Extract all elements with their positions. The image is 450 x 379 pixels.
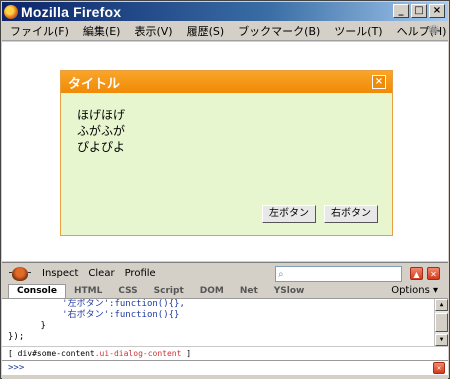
firebug-close-icon[interactable]: ✕	[427, 267, 440, 280]
tab-console[interactable]: Console	[8, 284, 66, 298]
tab-html[interactable]: HTML	[66, 286, 110, 298]
dialog-body: ほげほげ ふがふが ぴよぴよ	[61, 93, 392, 155]
menu-edit[interactable]: 編集(E)	[83, 23, 121, 39]
window-title: Mozilla Firefox	[21, 3, 122, 20]
left-button[interactable]: 左ボタン	[262, 205, 316, 223]
page-content: タイトル × ほげほげ ふがふが ぴよぴよ 左ボタン 右ボタン	[2, 42, 448, 261]
dialog-line: ほげほげ	[77, 108, 126, 122]
menu-tools[interactable]: ツール(T)	[334, 23, 382, 39]
command-line[interactable]: >>> ✕	[2, 360, 448, 375]
scroll-thumb[interactable]	[435, 313, 448, 332]
firefox-logo-icon	[4, 4, 18, 19]
tab-yslow[interactable]: YSlow	[266, 286, 313, 298]
command-close-icon[interactable]: ✕	[433, 362, 445, 374]
dialog-close-icon[interactable]: ×	[372, 75, 386, 89]
browser-window: Mozilla Firefox _ □ × ファイル(F) 編集(E) 表示(V…	[0, 0, 450, 379]
path-element[interactable]: div#some-content	[18, 349, 95, 358]
console-scrollbar[interactable]: ▲ ▼	[434, 299, 448, 346]
throbber-icon: ✺	[428, 23, 440, 39]
tab-net[interactable]: Net	[232, 286, 266, 298]
dialog: タイトル × ほげほげ ふがふが ぴよぴよ 左ボタン 右ボタン	[60, 70, 393, 236]
code-line: }	[8, 321, 46, 331]
search-input[interactable]	[283, 267, 389, 281]
element-path: [ div#some-content.ui-dialog-content ]	[2, 346, 448, 360]
tab-script[interactable]: Script	[146, 286, 192, 298]
console-output: '左ボタン':function(){}, '右ボタン':function(){}…	[2, 299, 448, 346]
menu-file[interactable]: ファイル(F)	[10, 23, 69, 39]
dialog-line: ふがふが	[77, 124, 126, 138]
close-button[interactable]: ×	[429, 4, 445, 18]
title-bar[interactable]: Mozilla Firefox _ □ ×	[2, 2, 448, 21]
options-menu[interactable]: Options ▾	[391, 285, 438, 296]
dialog-title: タイトル	[68, 76, 121, 92]
menu-bookmarks[interactable]: ブックマーク(B)	[238, 23, 320, 39]
maximize-button[interactable]: □	[411, 4, 427, 18]
code-line: '右ボタン':function(){}	[8, 310, 180, 320]
menu-view[interactable]: 表示(V)	[134, 23, 172, 39]
firebug-bug-icon[interactable]	[9, 266, 31, 281]
command-prompt: >>>	[8, 363, 25, 373]
path-close: ]	[186, 349, 192, 358]
firebug-toolbar: Inspect Clear Profile ⌕ ▲ ✕	[2, 262, 448, 284]
profile-button[interactable]: Profile	[125, 268, 156, 279]
tab-dom[interactable]: DOM	[192, 286, 232, 298]
firebug-search[interactable]: ⌕	[275, 266, 402, 282]
code-line: });	[8, 332, 25, 342]
path-open: [	[8, 349, 13, 358]
dialog-line: ぴよぴよ	[77, 140, 126, 154]
tab-css[interactable]: CSS	[110, 286, 145, 298]
right-button[interactable]: 右ボタン	[324, 205, 378, 223]
clear-button[interactable]: Clear	[88, 268, 114, 279]
minimize-button[interactable]: _	[393, 4, 409, 18]
path-class[interactable]: .ui-dialog-content	[95, 349, 182, 358]
menu-bar: ファイル(F) 編集(E) 表示(V) 履歴(S) ブックマーク(B) ツール(…	[2, 21, 448, 41]
code-line: '左ボタン':function(){},	[8, 299, 185, 309]
menu-history[interactable]: 履歴(S)	[187, 23, 225, 39]
scroll-up-icon[interactable]: ▲	[435, 299, 448, 311]
inspect-button[interactable]: Inspect	[42, 268, 78, 279]
dialog-titlebar[interactable]: タイトル ×	[61, 71, 392, 93]
detach-icon[interactable]: ▲	[410, 267, 423, 280]
firebug-tabs: Console HTML CSS Script DOM Net YSlow Op…	[2, 284, 448, 299]
scroll-down-icon[interactable]: ▼	[435, 334, 448, 346]
firebug-panel: Inspect Clear Profile ⌕ ▲ ✕ Console HTML…	[2, 262, 448, 379]
